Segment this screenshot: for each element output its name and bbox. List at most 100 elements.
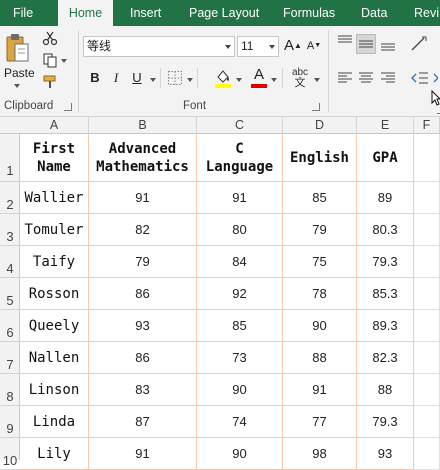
header-cell[interactable]: C Language [197, 134, 283, 182]
score-cell[interactable]: 80 [197, 214, 283, 246]
row-header-1[interactable]: 1 [0, 134, 20, 182]
font-size-combo[interactable]: 11 [237, 36, 279, 57]
score-cell[interactable]: 82.3 [357, 342, 414, 374]
score-cell[interactable]: 80.3 [357, 214, 414, 246]
score-cell[interactable]: 89 [357, 182, 414, 214]
score-cell[interactable]: 85.3 [357, 278, 414, 310]
score-cell[interactable]: 91 [89, 438, 197, 470]
column-header-a[interactable]: A [20, 117, 89, 134]
score-cell[interactable]: 75 [283, 246, 357, 278]
row-header-2[interactable]: 2 [0, 182, 20, 214]
column-header-f[interactable]: F [414, 117, 440, 134]
row-header-9[interactable]: 9 [0, 406, 20, 438]
score-cell[interactable]: 74 [197, 406, 283, 438]
score-cell[interactable]: 90 [197, 374, 283, 406]
borders-dropdown-icon[interactable] [187, 78, 193, 82]
align-top-icon[interactable] [336, 34, 354, 50]
score-cell[interactable]: 78 [283, 278, 357, 310]
orientation-icon[interactable] [408, 34, 430, 54]
empty-cell[interactable] [414, 374, 440, 406]
name-cell[interactable]: Tomuler [20, 214, 89, 246]
clipboard-launcher-icon[interactable] [64, 103, 72, 111]
align-center-icon[interactable] [357, 70, 375, 86]
score-cell[interactable]: 91 [89, 182, 197, 214]
header-cell[interactable]: English [283, 134, 357, 182]
score-cell[interactable]: 87 [89, 406, 197, 438]
score-cell[interactable]: 77 [283, 406, 357, 438]
name-cell[interactable]: Queely [20, 310, 89, 342]
empty-cell[interactable] [414, 134, 440, 182]
score-cell[interactable]: 89.3 [357, 310, 414, 342]
score-cell[interactable]: 84 [197, 246, 283, 278]
fill-color-dropdown-icon[interactable] [236, 78, 242, 82]
grow-font-icon[interactable]: A▲ [283, 36, 303, 56]
paste-dropdown-icon[interactable] [14, 84, 20, 88]
font-color-icon[interactable]: A [250, 66, 268, 88]
bold-button[interactable]: B [85, 68, 105, 88]
copy-icon[interactable] [42, 52, 58, 68]
score-cell[interactable]: 86 [89, 278, 197, 310]
name-cell[interactable]: Linda [20, 406, 89, 438]
row-header-7[interactable]: 7 [0, 342, 20, 374]
score-cell[interactable]: 98 [283, 438, 357, 470]
fill-color-icon[interactable] [214, 68, 232, 88]
underline-button[interactable]: U [127, 68, 147, 88]
decrease-indent-icon[interactable] [410, 70, 438, 86]
row-header-4[interactable]: 4 [0, 246, 20, 278]
tab-page-layout[interactable]: Page Layout [189, 0, 259, 26]
row-header-3[interactable]: 3 [0, 214, 20, 246]
paste-button-label[interactable]: Paste [4, 66, 35, 80]
score-cell[interactable]: 90 [283, 310, 357, 342]
tab-formulas[interactable]: Formulas [283, 0, 335, 26]
header-cell[interactable]: GPA [357, 134, 414, 182]
row-header-10[interactable]: 10 [0, 438, 20, 470]
column-header-c[interactable]: C [197, 117, 283, 134]
font-launcher-icon[interactable] [312, 103, 320, 111]
header-cell[interactable]: First Name [20, 134, 89, 182]
column-header-e[interactable]: E [357, 117, 414, 134]
column-header-d[interactable]: D [283, 117, 357, 134]
empty-cell[interactable] [414, 342, 440, 374]
align-left-icon[interactable] [336, 70, 354, 86]
phonetic-guide-icon[interactable]: abc 文 [289, 66, 311, 90]
score-cell[interactable]: 88 [357, 374, 414, 406]
tab-file[interactable]: File [13, 0, 33, 26]
score-cell[interactable]: 91 [197, 182, 283, 214]
name-cell[interactable]: Wallier [20, 182, 89, 214]
tab-data[interactable]: Data [361, 0, 387, 26]
score-cell[interactable]: 85 [283, 182, 357, 214]
shrink-font-icon[interactable]: A▼ [304, 36, 324, 56]
empty-cell[interactable] [414, 182, 440, 214]
borders-icon[interactable] [167, 70, 183, 86]
tab-review[interactable]: Revi [414, 0, 439, 26]
score-cell[interactable]: 93 [89, 310, 197, 342]
worksheet-grid[interactable]: ABCDEF 1 2 3 4 5 6 7 8 9 10 First Name Advanced Ma… [0, 117, 440, 470]
score-cell[interactable]: 92 [197, 278, 283, 310]
italic-button[interactable]: I [106, 68, 126, 88]
paste-icon[interactable] [4, 32, 32, 66]
empty-cell[interactable] [414, 310, 440, 342]
score-cell[interactable]: 86 [89, 342, 197, 374]
empty-cell[interactable] [414, 246, 440, 278]
score-cell[interactable]: 73 [197, 342, 283, 374]
score-cell[interactable]: 90 [197, 438, 283, 470]
underline-dropdown-icon[interactable] [150, 78, 156, 82]
header-cell[interactable]: Advanced Mathematics [89, 134, 197, 182]
name-cell[interactable]: Linson [20, 374, 89, 406]
name-cell[interactable]: Lily [20, 438, 89, 470]
score-cell[interactable]: 93 [357, 438, 414, 470]
cut-icon[interactable] [42, 30, 58, 46]
row-header-5[interactable]: 5 [0, 278, 20, 310]
score-cell[interactable]: 79 [283, 214, 357, 246]
score-cell[interactable]: 79 [89, 246, 197, 278]
score-cell[interactable]: 88 [283, 342, 357, 374]
align-right-icon[interactable] [379, 70, 397, 86]
format-painter-icon[interactable] [42, 74, 58, 90]
font-name-combo[interactable]: 等线 [83, 36, 235, 57]
row-header-8[interactable]: 8 [0, 374, 20, 406]
score-cell[interactable]: 83 [89, 374, 197, 406]
name-cell[interactable]: Rosson [20, 278, 89, 310]
name-cell[interactable]: Nallen [20, 342, 89, 374]
score-cell[interactable]: 79.3 [357, 406, 414, 438]
empty-cell[interactable] [414, 214, 440, 246]
